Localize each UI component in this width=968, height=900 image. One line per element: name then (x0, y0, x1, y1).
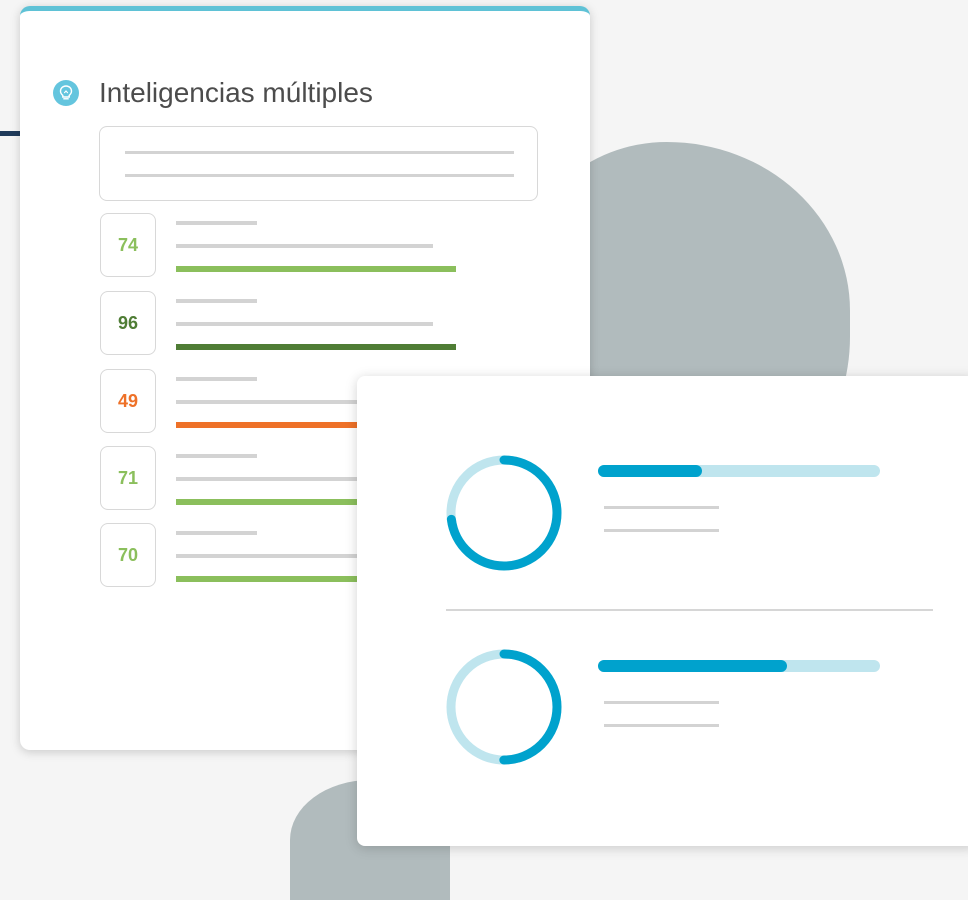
score-bar-fill (176, 344, 456, 350)
divider (446, 609, 933, 611)
score-row: 96 (100, 291, 520, 357)
progress-bar (598, 465, 880, 477)
score-bar (176, 344, 456, 350)
score-value: 70 (100, 523, 156, 587)
text-placeholder-line (176, 322, 433, 326)
text-placeholder-line (604, 724, 719, 727)
text-placeholder-line (125, 174, 514, 177)
score-value: 71 (100, 446, 156, 510)
text-placeholder-line (604, 529, 719, 532)
label-placeholder-line (176, 531, 257, 535)
progress-ring (446, 455, 562, 571)
label-placeholder-line (176, 454, 257, 458)
summary-box (99, 126, 538, 201)
score-value: 74 (100, 213, 156, 277)
label-placeholder-line (176, 299, 257, 303)
card-header: Inteligencias múltiples (53, 77, 373, 109)
score-bar (176, 266, 456, 272)
text-placeholder-line (604, 701, 719, 704)
label-placeholder-line (176, 377, 257, 381)
text-placeholder-line (125, 151, 514, 154)
card-title: Inteligencias múltiples (99, 77, 373, 108)
results-card (357, 376, 968, 846)
label-placeholder-line (176, 221, 257, 225)
progress-bar-fill (598, 660, 787, 672)
score-row: 74 (100, 213, 520, 279)
text-placeholder-line (176, 244, 433, 248)
score-value: 49 (100, 369, 156, 433)
text-placeholder-line (604, 506, 719, 509)
progress-bar (598, 660, 880, 672)
score-bar-fill (176, 266, 456, 272)
progress-bar-fill (598, 465, 703, 477)
progress-ring (446, 649, 562, 765)
lightbulb-icon (53, 80, 79, 106)
score-value: 96 (100, 291, 156, 355)
